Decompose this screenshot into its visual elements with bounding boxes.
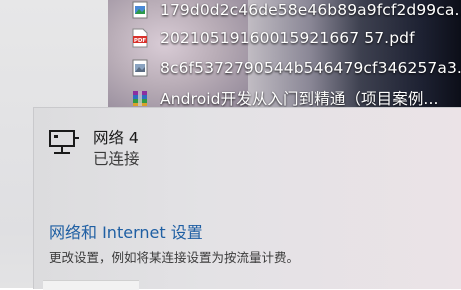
file-name: 8c6f5372790544b546479cf346257a3... — [160, 59, 461, 77]
network-name: 网络 4 — [93, 129, 139, 147]
pdf-file-icon: PDF — [130, 28, 150, 48]
file-name: Android开发从入门到精通（项目案例... — [160, 90, 439, 108]
desktop-file-item[interactable]: PDF 20210519160015921667 57.pdf — [130, 26, 461, 50]
desktop-file-item[interactable]: 8c6f5372790544b546479cf346257a3... — [130, 56, 461, 80]
network-status: 已连接 — [93, 150, 140, 168]
network-flyout: 网络 4 已连接 网络和 Internet 设置 更改设置，例如将某连接设置为按… — [33, 107, 461, 290]
network-internet-settings-link[interactable]: 网络和 Internet 设置 — [49, 219, 203, 243]
rar-archive-icon — [130, 88, 150, 108]
svg-text:PDF: PDF — [134, 38, 147, 44]
desktop-file-list: 179d0d2c46de58e46b89a9fcf2d99ca... PDF 2… — [130, 0, 461, 110]
image-file-icon — [130, 58, 150, 78]
file-name: 179d0d2c46de58e46b89a9fcf2d99ca... — [160, 1, 461, 19]
network-connection-item[interactable]: 网络 4 已连接 — [48, 128, 140, 170]
desktop-file-item[interactable]: 179d0d2c46de58e46b89a9fcf2d99ca... — [130, 0, 461, 22]
image-file-icon — [130, 0, 150, 20]
network-quick-action-tile[interactable] — [43, 280, 139, 290]
network-settings-description: 更改设置，例如将某连接设置为按流量计费。 — [49, 250, 300, 265]
ethernet-icon — [48, 128, 80, 158]
file-name: 20210519160015921667 57.pdf — [160, 29, 415, 47]
